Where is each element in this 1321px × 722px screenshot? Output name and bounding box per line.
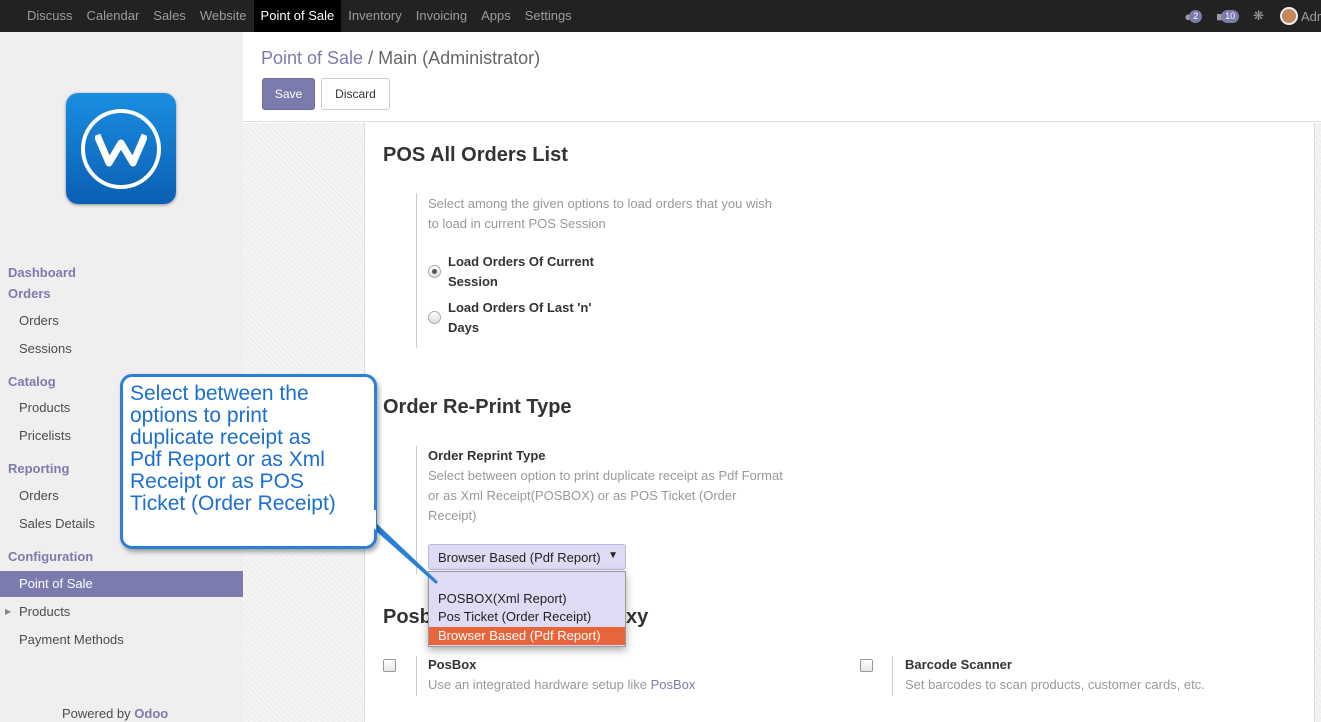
callout-line: Ticket (Order Receipt)	[130, 492, 336, 515]
callout-line: options to print	[130, 404, 268, 427]
callout-text: Select between the options to print dupl…	[130, 383, 370, 515]
callout-line: Pdf Report or as Xml	[130, 448, 325, 471]
callout-line: duplicate receipt as	[130, 426, 311, 449]
callout-line: Receipt or as POS	[130, 470, 304, 493]
callout-pointer-cover	[356, 510, 376, 530]
callout-line: Select between the	[130, 382, 309, 405]
